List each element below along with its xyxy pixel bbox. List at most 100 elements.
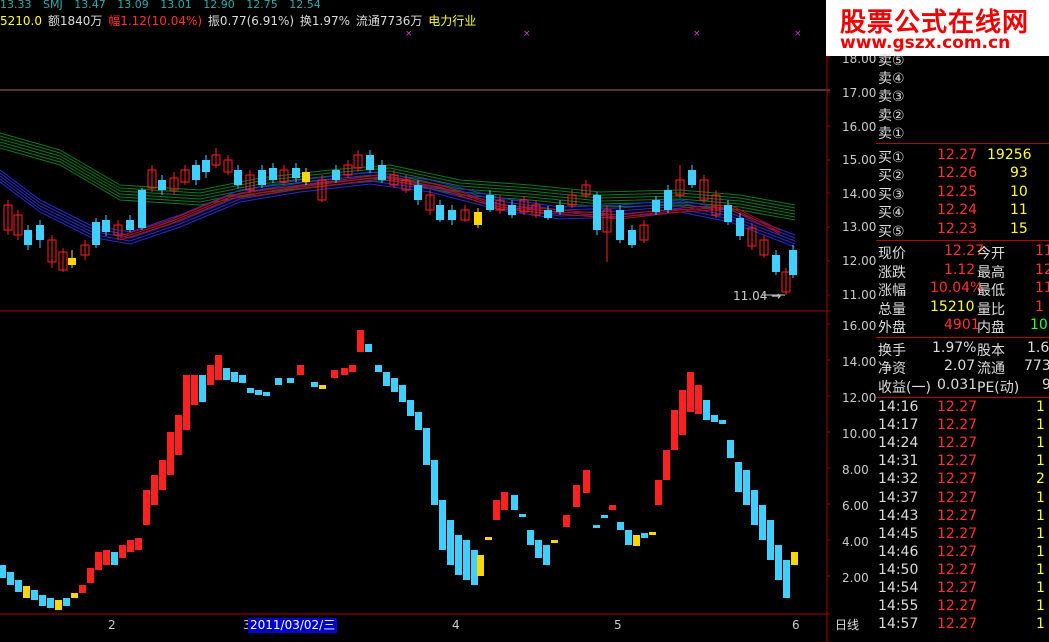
tick-volume: 1 xyxy=(1036,580,1045,596)
buy-level-volume: 15 xyxy=(1010,221,1028,237)
candle-body xyxy=(789,250,797,275)
indicator-bar xyxy=(415,412,422,430)
buy-level-price: 12.25 xyxy=(937,184,978,200)
fund-label: 换手 xyxy=(878,343,906,359)
buy-level-price: 12.26 xyxy=(937,165,978,181)
tick-time: 14:17 xyxy=(878,417,919,434)
industry-label[interactable]: 电力行业 xyxy=(428,14,476,28)
fund-label: 流通 xyxy=(977,361,1005,377)
buy-level-price: 12.27 xyxy=(937,147,978,163)
tick-price: 12.27 xyxy=(937,543,978,560)
candle-body xyxy=(414,185,422,200)
indicator-bar xyxy=(447,520,454,565)
site-logo: 股票公式在线网 www.gszx.com.cn xyxy=(826,0,1049,56)
amplitude-value: 振0.77(6.91%) xyxy=(207,14,295,28)
indicator-bar xyxy=(199,375,206,402)
candle-body xyxy=(292,168,300,178)
stat-label: 涨幅 xyxy=(878,283,906,299)
divider xyxy=(876,240,1049,241)
period-button[interactable]: 日线 xyxy=(835,616,859,633)
indicator-bar xyxy=(671,410,678,450)
tick-volume: 1 xyxy=(1036,507,1045,524)
indicator-bar xyxy=(759,505,766,540)
tick-volume: 1 xyxy=(1036,489,1045,506)
indicator-bar xyxy=(791,552,798,565)
buy-level-label: 买⑤ xyxy=(878,224,905,240)
candle-body xyxy=(556,205,564,212)
indicator-bar xyxy=(127,540,134,552)
candle-body xyxy=(736,218,744,236)
candle-body xyxy=(202,160,210,172)
tick-price: 12.27 xyxy=(937,435,978,452)
candle-body xyxy=(448,210,456,220)
y-tick: 12.00 xyxy=(842,254,877,268)
y-tick: 13.00 xyxy=(842,220,877,234)
buy-level-label: 买③ xyxy=(878,187,905,203)
sell-level-4: 卖④ xyxy=(878,71,905,87)
candle-body xyxy=(192,165,200,180)
indicator-bar xyxy=(493,500,500,520)
indicator-bar xyxy=(617,522,624,530)
buy-level-volume: 19256 xyxy=(987,147,1032,163)
indicator-bar xyxy=(439,500,446,550)
tick-price: 12.27 xyxy=(937,598,978,615)
indicator-bar xyxy=(711,415,718,422)
y-tick: 10.00 xyxy=(842,427,877,441)
tick-time: 14:43 xyxy=(878,507,919,524)
tick-time: 14:50 xyxy=(878,561,919,578)
tick-time: 14:24 xyxy=(878,435,919,452)
stat-value: 11 xyxy=(1035,280,1049,296)
indicator-bar xyxy=(143,490,150,525)
fund-value: 773 xyxy=(1024,358,1049,374)
indicator-bar xyxy=(679,390,686,435)
indicator-bar xyxy=(663,450,670,480)
y-tick: 2.00 xyxy=(842,571,869,585)
prev-mark: 13.01 xyxy=(160,0,192,11)
quote-header: 5210.0 额1840万 幅1.12(10.04%) 振0.77(6.91%)… xyxy=(0,12,478,29)
tick-price: 12.27 xyxy=(937,471,978,488)
indicator-bar xyxy=(231,372,238,382)
indicator-bar xyxy=(743,470,750,505)
indicator-bar xyxy=(485,537,492,540)
candle-body xyxy=(378,165,386,180)
chart-canvas[interactable]: × × × × xyxy=(0,0,830,642)
buy-level-volume: 10 xyxy=(1010,184,1028,200)
fund-label: 净资 xyxy=(878,361,906,377)
tick-time: 14:57 xyxy=(878,616,919,633)
low-price-label: 11.04 → xyxy=(733,289,782,303)
indicator-bar xyxy=(87,568,94,583)
indicator-bar xyxy=(511,495,518,510)
x-tick: 2 xyxy=(108,618,116,632)
indicator-bar xyxy=(191,375,198,405)
candle-body xyxy=(366,155,374,170)
tick-time: 14:54 xyxy=(878,580,919,596)
prev-mark: 12.54 xyxy=(289,0,321,11)
kline-chart-area[interactable]: × × × × 13.33 SMJ 13.47 13.09 13.01 12.90 1… xyxy=(0,0,830,642)
tick-volume: 1 xyxy=(1036,399,1045,415)
tick-price: 12.27 xyxy=(937,399,978,415)
candle-body xyxy=(724,205,732,222)
candle-body xyxy=(126,220,134,230)
candle-body xyxy=(544,210,552,218)
indicator-bar xyxy=(399,385,406,402)
tick-volume: 1 xyxy=(1036,543,1045,560)
prev-high-marks: 13.33 SMJ 13.47 13.09 13.01 12.90 12.75 … xyxy=(0,0,329,11)
tick-price: 12.27 xyxy=(937,580,978,596)
fund-label: 收益(一) xyxy=(878,380,931,396)
indicator-bar xyxy=(463,540,470,580)
indicator-bar xyxy=(275,378,282,385)
indicator-bar xyxy=(215,355,222,380)
stat-label: 总量 xyxy=(878,302,906,318)
indicator-bar xyxy=(183,375,190,430)
stat-value: 1.12 xyxy=(944,262,976,278)
y-tick: 15.00 xyxy=(842,153,877,167)
divider xyxy=(876,397,1049,398)
candle-body xyxy=(616,210,624,240)
stat-value: 4901 xyxy=(944,317,980,333)
divider xyxy=(876,337,1049,338)
indicator-bar xyxy=(719,420,726,424)
y-tick: 14.00 xyxy=(842,187,877,201)
indicator-bar xyxy=(383,372,390,386)
indicator-bar xyxy=(375,365,382,372)
candle-body xyxy=(138,190,146,228)
